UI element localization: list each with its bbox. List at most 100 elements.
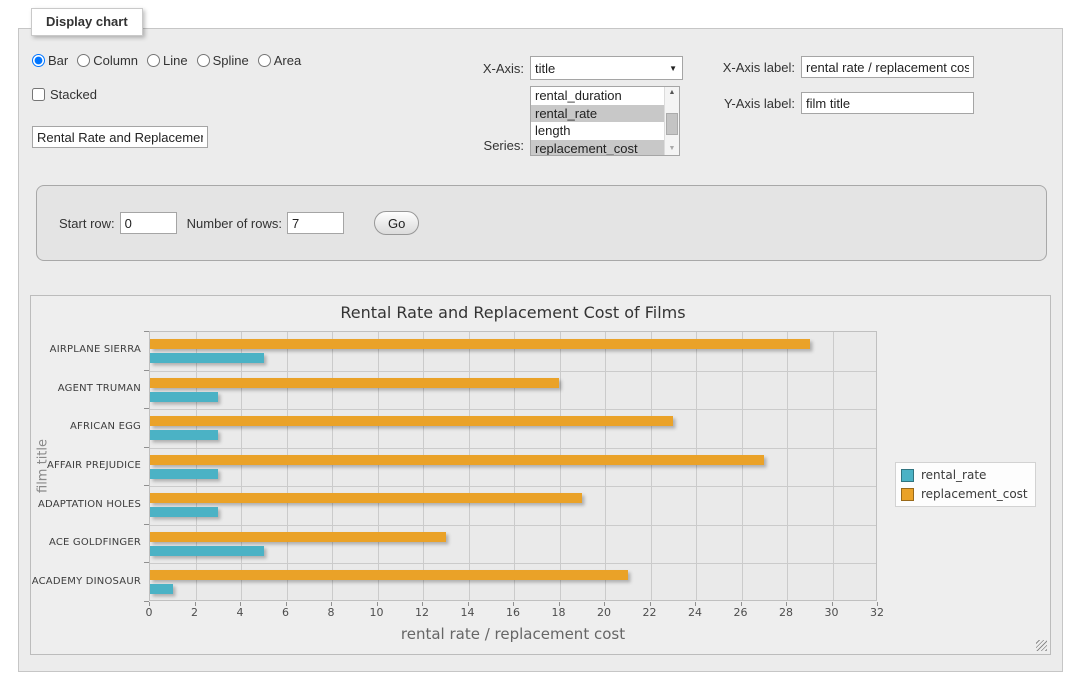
chart-type-radio-bar[interactable] <box>32 54 45 67</box>
chart-type-radio-column[interactable] <box>77 54 90 67</box>
y-axis-tick <box>144 331 149 332</box>
y-category-label: ACADEMY DINOSAUR <box>31 576 141 587</box>
x-axis-label-field-label: X-Axis label: <box>707 60 795 75</box>
bar-rental_rate <box>150 469 218 479</box>
bar-replacement_cost <box>150 378 559 388</box>
x-axis-select[interactable]: title <box>530 56 683 80</box>
y-category-label: ACE GOLDFINGER <box>31 537 141 548</box>
chart-plot-area <box>149 331 877 601</box>
chart-type-option-spline[interactable]: Spline <box>197 53 249 68</box>
x-axis-tick-label: 10 <box>357 606 397 619</box>
legend-swatch <box>901 488 914 501</box>
scrollbar-thumb[interactable] <box>666 113 678 135</box>
series-listbox[interactable]: rental_durationrental_ratelengthreplacem… <box>530 86 680 156</box>
legend-item-replacement_cost: replacement_cost <box>901 487 1028 501</box>
series-option[interactable]: length <box>531 122 664 140</box>
y-axis-tick <box>144 370 149 371</box>
x-axis-tick-label: 12 <box>402 606 442 619</box>
chart-type-radio-spline[interactable] <box>197 54 210 67</box>
chart-type-option-column[interactable]: Column <box>77 53 138 68</box>
display-chart-fieldset: Display chart BarColumnLineSplineArea St… <box>18 28 1063 672</box>
y-category-label: AGENT TRUMAN <box>31 383 141 394</box>
chart-type-label: Column <box>93 53 138 68</box>
fieldset-legend: Display chart <box>31 8 143 36</box>
bar-rental_rate <box>150 584 173 594</box>
bar-rental_rate <box>150 546 264 556</box>
chart-x-axis-title: rental rate / replacement cost <box>149 625 877 643</box>
chart-type-option-area[interactable]: Area <box>258 53 301 68</box>
gridline-vertical <box>560 332 561 600</box>
series-options: rental_durationrental_ratelengthreplacem… <box>531 87 664 155</box>
series-option[interactable]: rental_rate <box>531 105 664 123</box>
y-category-label: AFFAIR PREJUDICE <box>31 460 141 471</box>
chart-type-label: Area <box>274 53 301 68</box>
gridline-horizontal <box>150 448 876 449</box>
legend-label: rental_rate <box>921 468 986 482</box>
gridline-vertical <box>378 332 379 600</box>
x-axis-tick-label: 6 <box>266 606 306 619</box>
x-axis-tick-label: 30 <box>812 606 852 619</box>
bar-rental_rate <box>150 353 264 363</box>
chart-type-radio-line[interactable] <box>147 54 160 67</box>
y-axis-label-input[interactable] <box>801 92 974 114</box>
gridline-vertical <box>287 332 288 600</box>
chart-type-radio-group: Bar Column Line Spline Area <box>32 53 306 68</box>
gridline-vertical <box>742 332 743 600</box>
chart-container: Rental Rate and Replacement Cost of Film… <box>30 295 1051 655</box>
stacked-checkbox[interactable] <box>32 88 45 101</box>
bar-replacement_cost <box>150 532 446 542</box>
legend-item-rental_rate: rental_rate <box>901 468 1028 482</box>
x-axis-tick-label: 2 <box>175 606 215 619</box>
go-button[interactable]: Go <box>374 211 419 235</box>
x-axis-tick-label: 28 <box>766 606 806 619</box>
chart-type-option-line[interactable]: Line <box>147 53 188 68</box>
legend-swatch <box>901 469 914 482</box>
x-axis-label: X-Axis: <box>460 61 524 76</box>
x-axis-tick-label: 24 <box>675 606 715 619</box>
start-row-input[interactable] <box>120 212 177 234</box>
y-axis-tick <box>144 485 149 486</box>
scroll-down-icon[interactable]: ▼ <box>665 143 679 155</box>
gridline-horizontal <box>150 563 876 564</box>
x-axis-tick-label: 26 <box>721 606 761 619</box>
x-axis-tick-label: 18 <box>539 606 579 619</box>
scroll-up-icon[interactable]: ▲ <box>665 87 679 99</box>
number-of-rows-input[interactable] <box>287 212 344 234</box>
x-axis-tick-label: 16 <box>493 606 533 619</box>
row-range-panel: Start row: Number of rows: Go <box>36 185 1047 261</box>
stacked-label: Stacked <box>50 87 97 102</box>
gridline-vertical <box>787 332 788 600</box>
gridline-vertical <box>696 332 697 600</box>
x-axis-tick-label: 0 <box>129 606 169 619</box>
x-axis-tick-label: 14 <box>448 606 488 619</box>
x-axis-tick-label: 4 <box>220 606 260 619</box>
series-label: Series: <box>460 138 524 156</box>
chart-legend: rental_rate replacement_cost <box>895 462 1036 507</box>
chart-resize-handle[interactable] <box>1036 640 1047 651</box>
x-axis-tick-label: 22 <box>630 606 670 619</box>
gridline-vertical <box>241 332 242 600</box>
gridline-horizontal <box>150 486 876 487</box>
series-option[interactable]: replacement_cost <box>531 140 664 157</box>
start-row-label: Start row: <box>59 216 115 231</box>
bar-rental_rate <box>150 430 218 440</box>
x-axis-label-input[interactable] <box>801 56 974 78</box>
gridline-vertical <box>833 332 834 600</box>
chart-title-input[interactable] <box>32 126 208 148</box>
bar-replacement_cost <box>150 339 810 349</box>
y-axis-tick <box>144 524 149 525</box>
y-axis-tick <box>144 408 149 409</box>
gridline-vertical <box>423 332 424 600</box>
chart-type-radio-area[interactable] <box>258 54 271 67</box>
x-axis-tick-label: 32 <box>857 606 897 619</box>
listbox-scrollbar[interactable]: ▲ ▼ <box>664 87 679 155</box>
y-axis-tick <box>144 447 149 448</box>
gridline-vertical <box>514 332 515 600</box>
bar-replacement_cost <box>150 455 764 465</box>
gridline-vertical <box>196 332 197 600</box>
series-option[interactable]: rental_duration <box>531 87 664 105</box>
chart-type-option-bar[interactable]: Bar <box>32 53 68 68</box>
number-of-rows-label: Number of rows: <box>187 216 282 231</box>
chart-type-label: Bar <box>48 53 68 68</box>
bar-replacement_cost <box>150 493 582 503</box>
